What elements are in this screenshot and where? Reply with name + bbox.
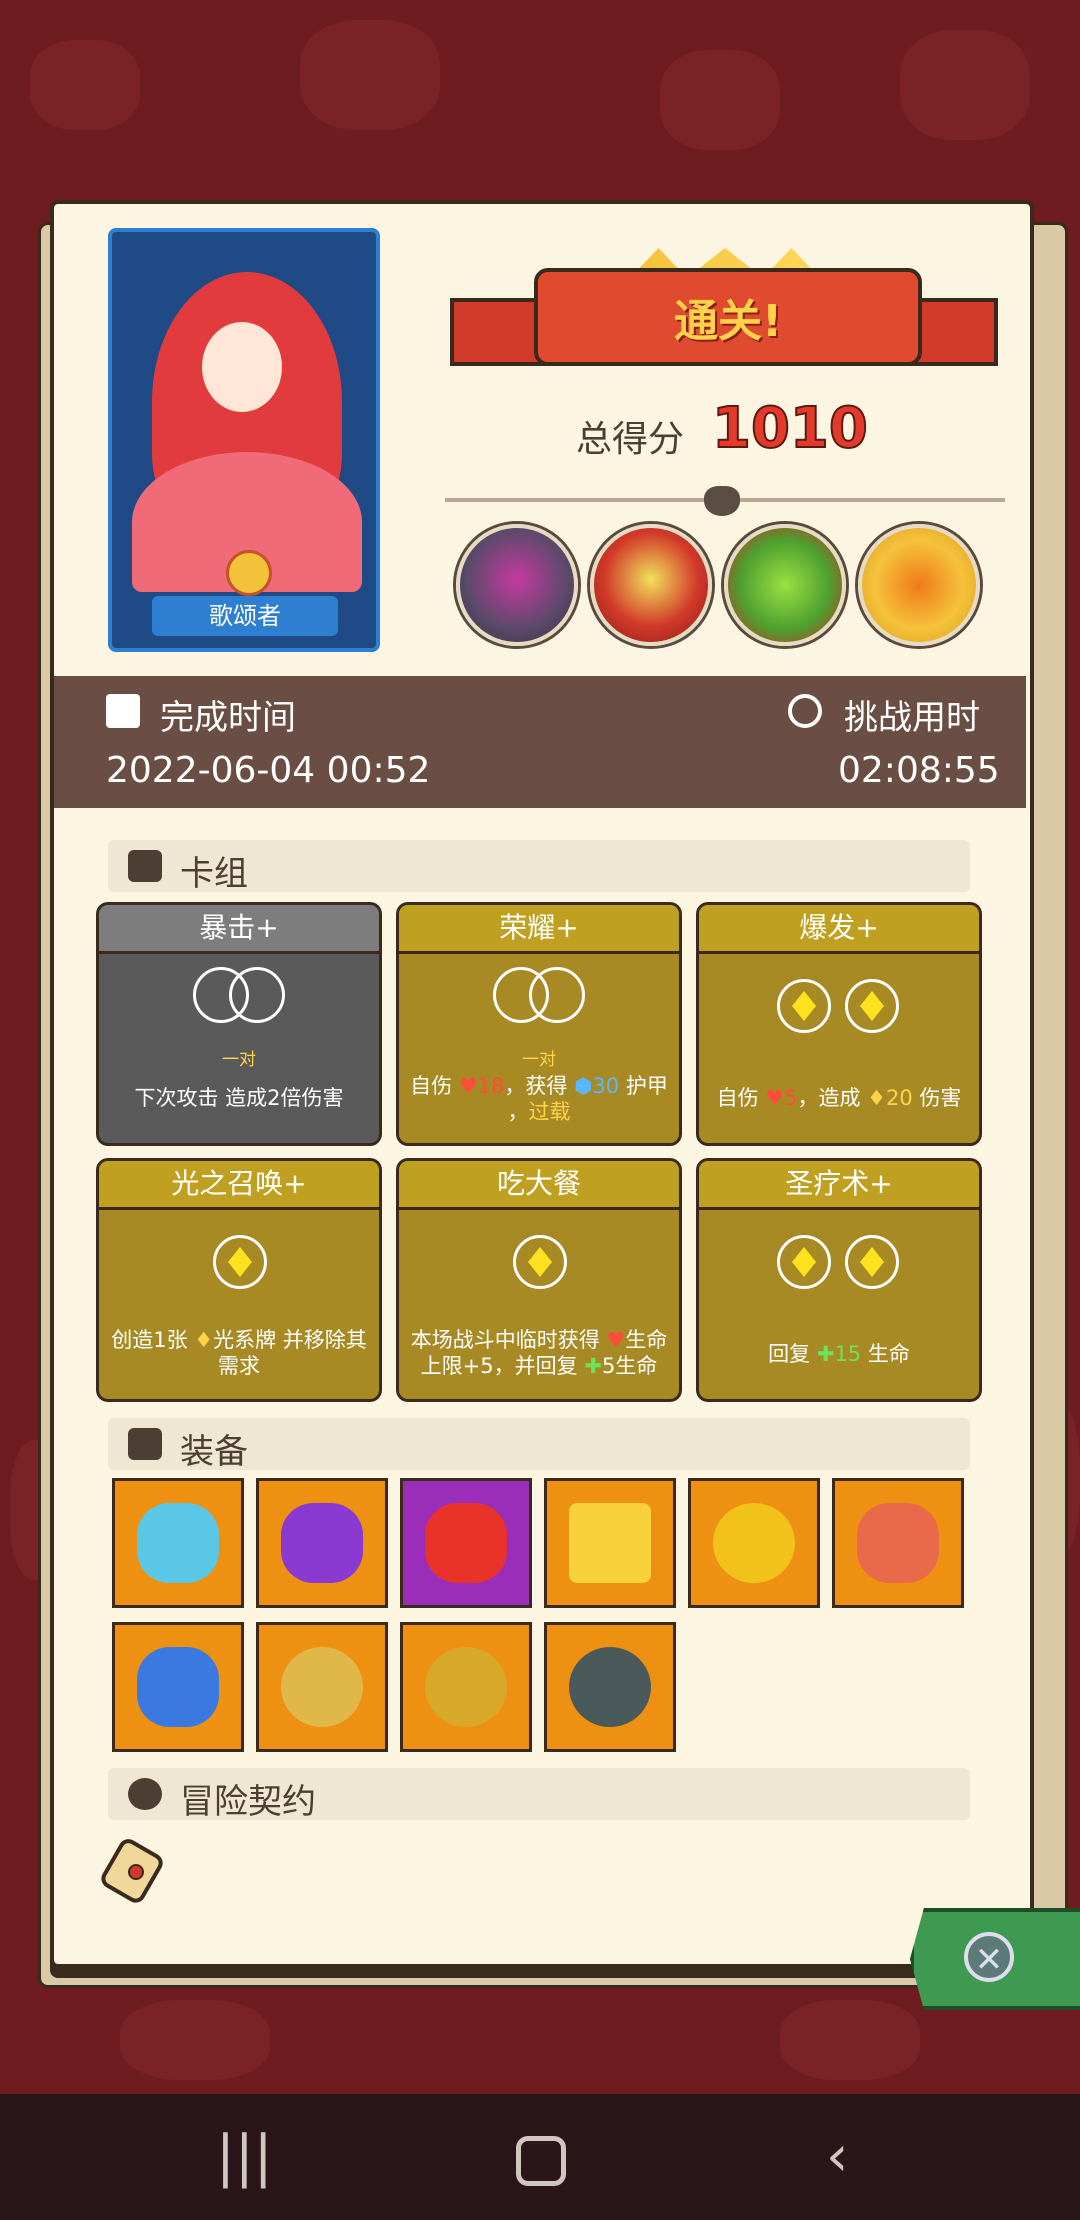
cost-label: 一对	[522, 1050, 556, 1070]
score-label: 总得分	[576, 419, 685, 460]
finish-time-value: 2022-06-04 00:52	[106, 750, 431, 791]
gem-icon	[777, 979, 831, 1033]
robot-boss-icon[interactable]	[456, 524, 578, 646]
heart-icon: ♥	[606, 1328, 626, 1352]
gem-icon	[845, 1235, 899, 1289]
card-description: 自伤 ♥18，获得 ⬢30 护甲 ，过载	[410, 1074, 668, 1124]
home-icon[interactable]	[516, 2136, 566, 2186]
green-king-boss-icon[interactable]	[724, 524, 846, 646]
ghost-slime-icon[interactable]	[112, 1478, 244, 1608]
card-title: 吃大餐	[399, 1161, 679, 1210]
heart-icon: ♥	[458, 1074, 478, 1098]
victory-banner: 通关!	[450, 248, 998, 378]
plus-icon: ✚	[584, 1354, 602, 1378]
equipment-section-header: 装备	[108, 1418, 970, 1472]
finish-time-label: 完成时间	[160, 698, 296, 738]
pair-ring-icon	[529, 967, 585, 1023]
red-gem-ring-icon[interactable]	[400, 1622, 532, 1752]
deck-section-header: 卡组	[108, 840, 970, 894]
character-face	[202, 322, 282, 412]
close-icon[interactable]: ✕	[964, 1932, 1014, 1982]
scroll-icon[interactable]	[100, 1832, 172, 1908]
pumpkin-sun-boss-icon[interactable]	[858, 524, 980, 646]
gem-icon	[777, 1235, 831, 1289]
card-title: 圣疗术+	[699, 1161, 979, 1210]
pair-ring-icon	[229, 967, 285, 1023]
card-title: 暴击+	[99, 905, 379, 954]
box-icon	[128, 1428, 162, 1460]
challenge-time-value: 02:08:55	[838, 750, 1000, 791]
cards-icon	[128, 850, 162, 882]
lightning-ring-icon[interactable]	[544, 1622, 676, 1752]
card-holy-heal[interactable]: 圣疗术+ 回复 ✚15 生命	[696, 1158, 982, 1402]
card-light-summon[interactable]: 光之召唤+ 创造1张 ♦光系牌 并移除其需求	[96, 1158, 382, 1402]
film-icon	[106, 694, 140, 728]
character-name: 歌颂者	[152, 596, 338, 636]
meat-leg-icon[interactable]	[832, 1478, 964, 1608]
card-glory[interactable]: 荣耀+ 一对 自伤 ♥18，获得 ⬢30 护甲 ，过载	[396, 902, 682, 1146]
plus-icon: ✚	[816, 1342, 835, 1366]
card-description: 回复 ✚15 生命	[768, 1342, 910, 1366]
character-portrait: 歌颂者	[108, 228, 380, 652]
recent-apps-icon[interactable]: |||	[216, 2122, 273, 2192]
card-description: 自伤 ♥5，造成 ♦20 伤害	[716, 1086, 962, 1110]
stopwatch-icon	[788, 694, 822, 728]
blue-spiked-shield-icon[interactable]	[112, 1622, 244, 1752]
contract-section-header: 冒险契约	[108, 1768, 970, 1822]
gold-coin-icon[interactable]	[688, 1478, 820, 1608]
card-crit[interactable]: 暴击+ 一对 下次攻击 造成2倍伤害	[96, 902, 382, 1146]
card-description: 下次攻击 造成2倍伤害	[134, 1086, 344, 1110]
contract-title: 冒险契约	[180, 1782, 316, 1822]
lion-ring-icon[interactable]	[256, 1622, 388, 1752]
card-title: 爆发+	[699, 905, 979, 954]
banner-center: 通关!	[534, 268, 922, 366]
card-title: 荣耀+	[399, 905, 679, 954]
banner-text: 通关!	[673, 296, 783, 347]
equipment-title: 装备	[180, 1432, 248, 1472]
gem-icon	[513, 1235, 567, 1289]
challenge-time-label: 挑战用时	[844, 698, 980, 738]
card-description: 本场战斗中临时获得 ♥生命上限+5，并回复 ✚5生命	[410, 1328, 668, 1378]
gem-icon	[213, 1235, 267, 1289]
purple-hood-icon[interactable]	[256, 1478, 388, 1608]
skull-icon	[704, 486, 740, 516]
card-description: 创造1张 ♦光系牌 并移除其需求	[111, 1328, 367, 1378]
time-bar: 完成时间 2022-06-04 00:52 挑战用时 02:08:55	[54, 676, 1026, 808]
card-feast[interactable]: 吃大餐 本场战斗中临时获得 ♥生命上限+5，并回复 ✚5生命	[396, 1158, 682, 1402]
red-dragon-horn-icon[interactable]	[400, 1478, 532, 1608]
system-nav-bar: ||| ‹	[0, 2094, 1080, 2220]
gem-small-icon: ♦	[194, 1328, 214, 1352]
back-icon[interactable]: ‹	[826, 2122, 848, 2192]
card-title: 光之召唤+	[99, 1161, 379, 1210]
card-burst[interactable]: 爆发+ 自伤 ♥5，造成 ♦20 伤害	[696, 902, 982, 1146]
gem-small-icon: ♦	[867, 1086, 886, 1110]
medal-icon	[226, 550, 272, 596]
cost-label: 一对	[222, 1050, 256, 1070]
heart-icon: ♥	[765, 1086, 785, 1110]
shield-icon: ⬢	[574, 1074, 593, 1098]
score-value: 1010	[711, 395, 869, 462]
gem-icon	[845, 979, 899, 1033]
person-icon	[128, 1778, 162, 1810]
gold-crown-icon[interactable]	[544, 1478, 676, 1608]
red-demon-boss-icon[interactable]	[590, 524, 712, 646]
deck-title: 卡组	[180, 854, 248, 894]
